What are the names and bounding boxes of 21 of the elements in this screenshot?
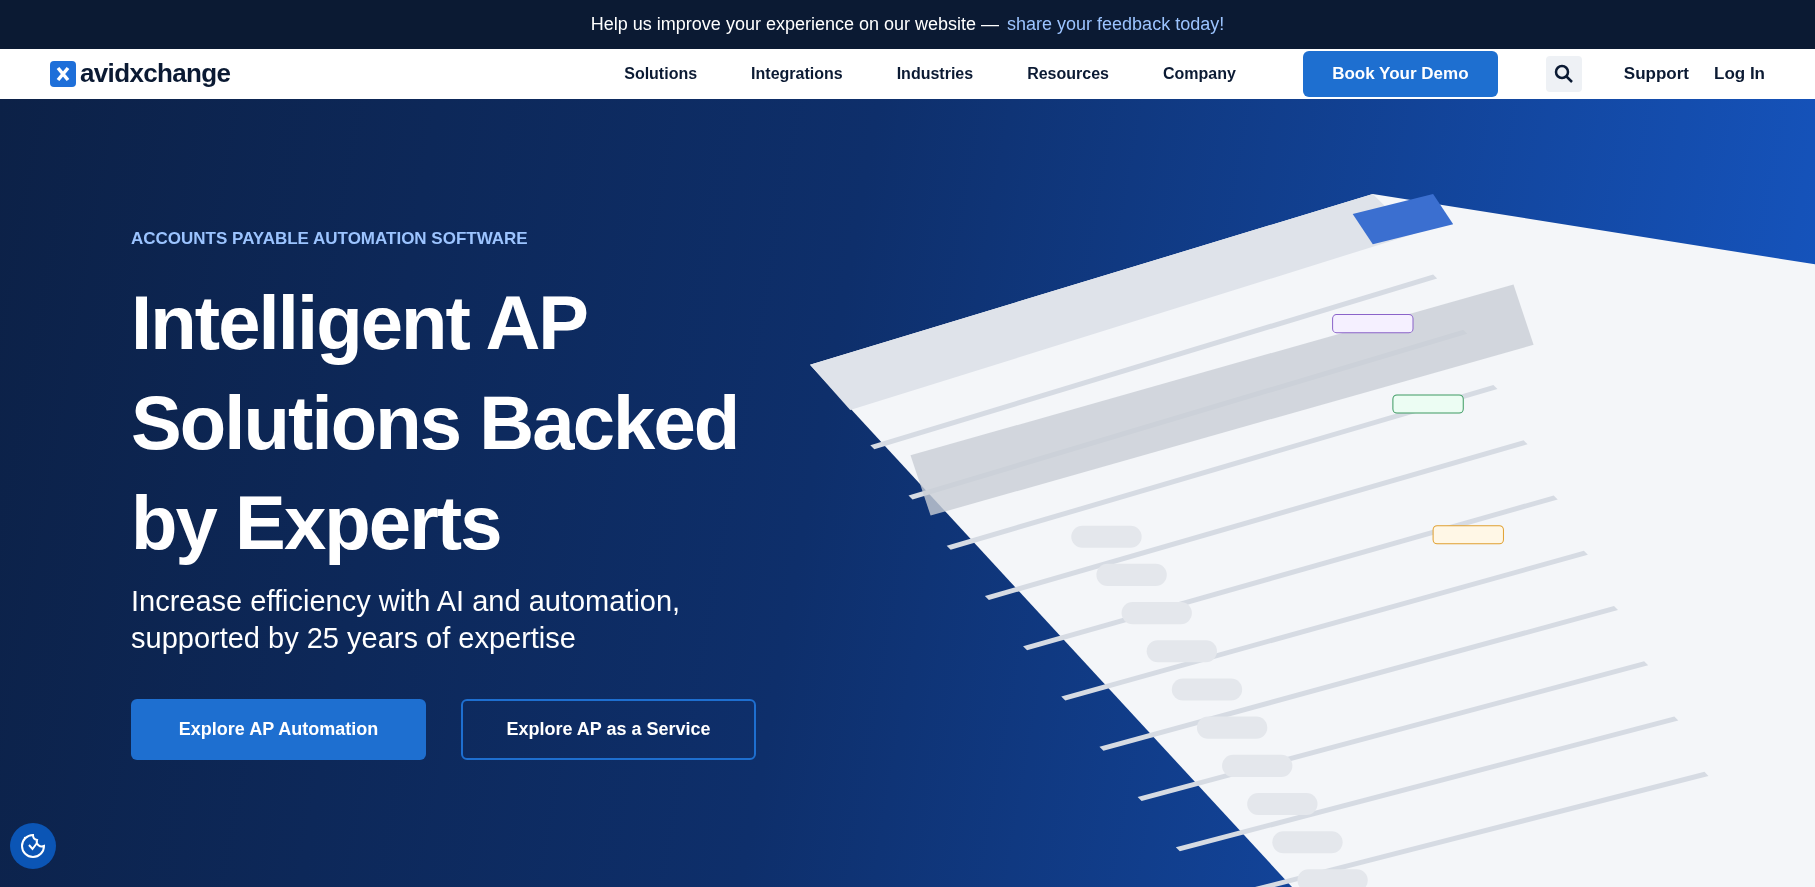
- hero-subtitle: Increase efficiency with AI and automation, supported by 25 years of expertise: [131, 584, 682, 657]
- nav-link[interactable]: Log In: [1714, 61, 1765, 87]
- hero-button[interactable]: Explore AP Automation: [131, 699, 426, 761]
- logo-text[interactable]: avidxchange: [80, 54, 231, 94]
- nav-link[interactable]: Integrations: [724, 61, 870, 86]
- nav-link[interactable]: Resources: [1000, 61, 1136, 86]
- book-demo-button[interactable]: Book Your Demo: [1302, 50, 1498, 97]
- search-icon: [1553, 63, 1574, 84]
- hero-title: Intelligent AP Solutions Backed by Experts: [131, 279, 740, 568]
- nav-link[interactable]: Solutions: [597, 61, 725, 86]
- cookie-icon: [19, 832, 47, 860]
- nav-link[interactable]: Support: [1623, 61, 1689, 87]
- logo-icon: [50, 60, 76, 87]
- eyebrow-text: ACCOUNTS PAYABLE AUTOMATION SOFTWARE: [131, 227, 529, 250]
- nav-link[interactable]: Company: [1135, 61, 1263, 86]
- cookie-settings-button[interactable]: [10, 823, 56, 869]
- search-button[interactable]: [1545, 55, 1582, 92]
- feedback-link[interactable]: share your feedback today!: [1007, 11, 1225, 39]
- hero-button[interactable]: Explore AP as a Service: [461, 699, 756, 761]
- nav-link[interactable]: Industries: [869, 61, 1001, 86]
- banner-text: Help us improve your experience on our website —: [590, 13, 1000, 37]
